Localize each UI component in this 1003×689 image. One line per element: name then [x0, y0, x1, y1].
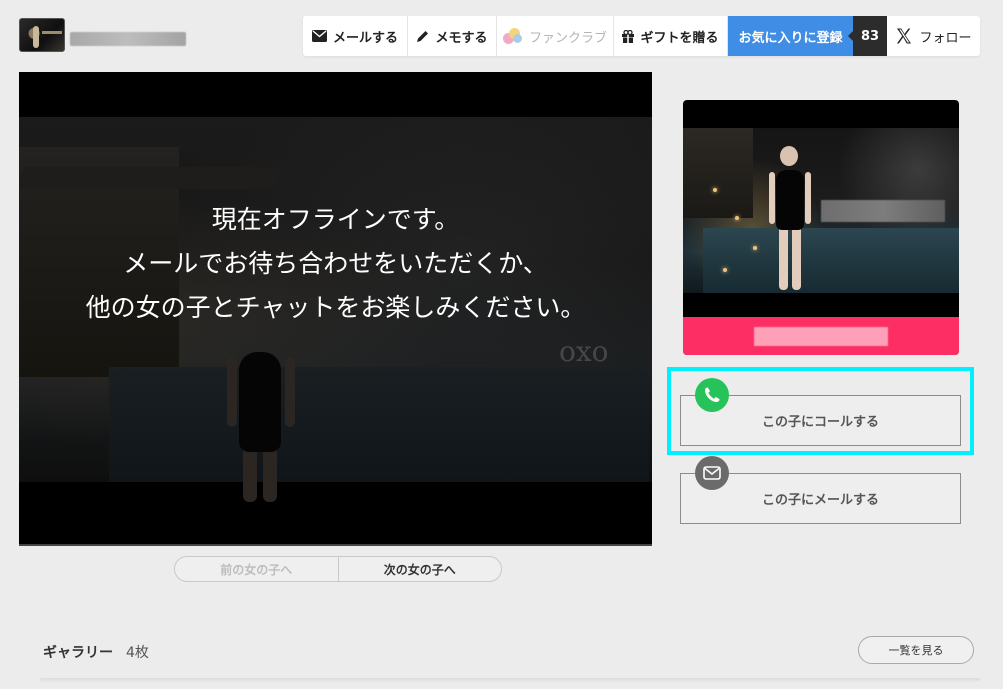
phone-icon [695, 378, 729, 412]
profile-info-blurred [821, 200, 945, 222]
next-girl-button[interactable]: 次の女の子へ [339, 557, 502, 581]
send-mail-label: メールする [332, 30, 398, 46]
gallery-title: ギャラリー [43, 645, 113, 661]
profile-name-blurred [754, 327, 888, 346]
x-logo-icon [897, 28, 912, 44]
send-mail-button[interactable]: メールする [303, 16, 408, 56]
view-all-button[interactable]: 一覧を見る [858, 636, 974, 664]
video-progress-line [19, 544, 652, 546]
prev-girl-button[interactable]: 前の女の子へ [175, 557, 339, 581]
action-toolbar: メールする メモする ファンクラブ ギフトを贈る お気に入りに登録 83 フォロ… [303, 16, 980, 56]
offline-message-line: メールでお待ち合わせをいただくか、 [123, 249, 548, 278]
scene-figure [209, 322, 309, 502]
gift-icon [622, 29, 635, 43]
favorite-count: 83 [860, 28, 880, 44]
send-gift-label: ギフトを贈る [640, 30, 719, 46]
header-bar: メールする メモする ファンクラブ ギフトを贈る お気に入りに登録 83 フォロ… [0, 0, 1003, 72]
profile-photo [683, 128, 959, 293]
follow-label: フォロー [919, 30, 972, 46]
girl-navigation: 前の女の子へ 次の女の子へ [174, 556, 502, 582]
call-button-label: この子にコールする [761, 415, 879, 430]
fanclub-icon [502, 28, 523, 44]
offline-message: 現在オフラインです。 メールでお待ち合わせをいただくか、 他の女の子とチャットを… [19, 198, 652, 330]
fanclub-button[interactable]: ファンクラブ [497, 16, 614, 56]
gallery-count: 4枚 [126, 645, 149, 661]
favorite-count-badge: 83 [848, 16, 887, 56]
avatar-caption-blur [42, 31, 62, 34]
avatar[interactable] [19, 18, 65, 52]
scene-roof [19, 167, 285, 189]
fanclub-label: ファンクラブ [528, 30, 607, 46]
memo-label: メモする [435, 30, 488, 46]
profile-card[interactable] [683, 100, 959, 355]
memo-button[interactable]: メモする [408, 16, 497, 56]
pencil-icon [417, 30, 429, 42]
scene-pool [109, 367, 649, 482]
video-watermark: oxo [559, 335, 609, 368]
profile-name-bar [683, 317, 959, 355]
follow-x-button[interactable]: フォロー [887, 16, 980, 56]
video-player[interactable]: oxo 現在オフラインです。 メールでお待ち合わせをいただくか、 他の女の子とチ… [19, 72, 652, 546]
profile-figure [766, 146, 816, 296]
envelope-icon [311, 30, 327, 42]
offline-message-line: 現在オフラインです。 [211, 205, 460, 234]
send-gift-button[interactable]: ギフトを贈る [614, 16, 728, 56]
add-favorite-label: お気に入りに登録 [738, 30, 843, 46]
mail-button-label: この子にメールする [761, 493, 879, 508]
add-favorite-button[interactable]: お気に入りに登録 [728, 16, 853, 56]
avatar-figure [33, 26, 39, 48]
envelope-icon [695, 456, 729, 490]
username-blurred [70, 32, 186, 46]
offline-message-line: 他の女の子とチャットをお楽しみください。 [85, 293, 586, 322]
view-all-label: 一覧を見る [888, 644, 944, 657]
gallery-divider [40, 678, 980, 682]
